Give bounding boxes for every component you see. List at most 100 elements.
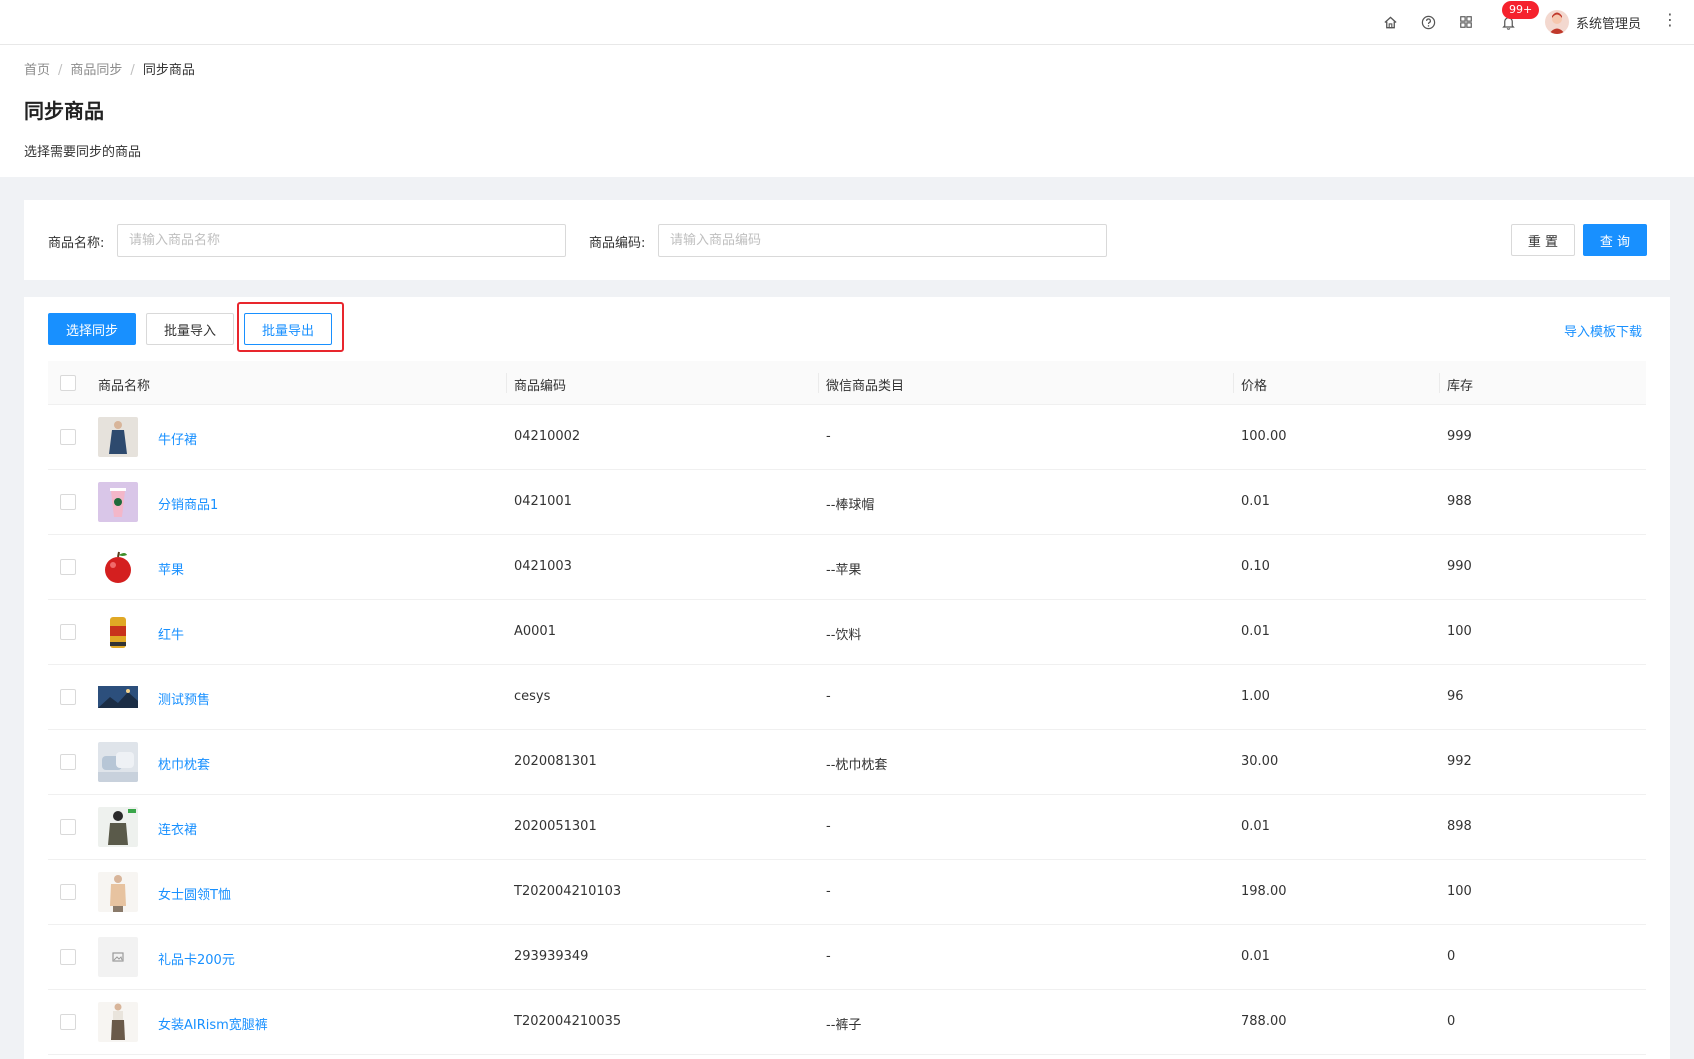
product-category: - [826,689,831,704]
pillow-photo [98,742,138,782]
row-checkbox[interactable] [60,559,76,575]
product-stock: 0 [1447,949,1456,964]
table-row[interactable]: 女士圆领T恤 T202004210103 - 198.00 100 [48,860,1646,925]
query-button[interactable]: 查 询 [1583,224,1647,256]
product-price: 100.00 [1241,429,1287,444]
table-row[interactable]: 连衣裙 2020051301 - 0.01 898 [48,795,1646,860]
can-photo [98,612,138,652]
batch-import-button[interactable]: 批量导入 [146,313,234,345]
product-price: 0.10 [1241,559,1270,574]
product-price: 0.01 [1241,624,1270,639]
select-sync-button[interactable]: 选择同步 [48,313,136,345]
product-price: 198.00 [1241,884,1287,899]
product-code-label: 商品编码: [589,236,646,251]
row-checkbox[interactable] [60,754,76,770]
table-row[interactable]: 测试预售 cesys - 1.00 96 [48,665,1646,730]
product-name-link[interactable]: 礼品卡200元 [158,949,235,968]
product-code-input[interactable] [658,224,1107,257]
product-stock: 990 [1447,559,1472,574]
column-header-code: 商品编码 [514,379,567,394]
column-divider [818,373,819,393]
product-code: T202004210035 [514,1014,622,1029]
table-row[interactable]: 红牛 A0001 --饮料 0.01 100 [48,600,1646,665]
column-header-name: 商品名称 [98,379,151,394]
pants-photo [98,1002,138,1042]
more-menu-icon[interactable]: ⋮ [1662,10,1678,29]
avatar[interactable] [1545,10,1569,34]
row-checkbox[interactable] [60,494,76,510]
product-code: T202004210103 [514,884,622,899]
product-name-link[interactable]: 测试预售 [158,689,210,708]
product-stock: 988 [1447,494,1472,509]
product-code: 2020081301 [514,754,597,769]
top-bar: 99+ 系统管理员 ⋮ [0,0,1694,45]
reset-button[interactable]: 重 置 [1511,224,1575,256]
page-header: 首页 / 商品同步 / 同步商品 同步商品 选择需要同步的商品 [0,45,1694,177]
breadcrumb-item-home[interactable]: 首页 [24,63,50,78]
column-divider [506,373,507,393]
product-price: 1.00 [1241,689,1270,704]
row-checkbox[interactable] [60,624,76,640]
product-code: 0421003 [514,559,572,574]
page-title: 同步商品 [24,99,104,123]
home-icon[interactable] [1380,12,1400,32]
row-checkbox[interactable] [60,884,76,900]
product-category: - [826,884,831,899]
product-code: 04210002 [514,429,581,444]
row-checkbox[interactable] [60,429,76,445]
product-price: 788.00 [1241,1014,1287,1029]
product-name-link[interactable]: 牛仔裙 [158,429,197,448]
product-price: 30.00 [1241,754,1279,769]
dress-photo [98,417,138,457]
product-code: A0001 [514,624,556,639]
product-name-link[interactable]: 枕巾枕套 [158,754,210,773]
table-row[interactable]: 苹果 0421003 --苹果 0.10 990 [48,535,1646,600]
table-row[interactable]: 礼品卡200元 293939349 - 0.01 0 [48,925,1646,990]
product-name-link[interactable]: 女装AIRism宽腿裤 [158,1014,268,1033]
product-name-link[interactable]: 苹果 [158,559,184,578]
apple-photo [98,547,138,587]
page-description: 选择需要同步的商品 [24,145,142,160]
product-name-link[interactable]: 分销商品1 [158,494,218,513]
model-photo [98,807,138,847]
product-stock: 898 [1447,819,1472,834]
table-row[interactable]: 分销商品1 0421001 --棒球帽 0.01 988 [48,470,1646,535]
drink-photo [98,482,138,522]
breadcrumb-separator: / [58,63,63,78]
landscape-photo [98,677,138,717]
product-stock: 100 [1447,624,1472,639]
product-code: cesys [514,689,551,704]
product-stock: 0 [1447,1014,1456,1029]
product-table-card: 选择同步 批量导入 批量导出 导入模板下载 商品名称 商品编码 微信商品类目 价… [24,297,1670,1059]
question-icon[interactable] [1418,12,1438,32]
row-checkbox[interactable] [60,1014,76,1030]
apps-icon[interactable] [1456,12,1476,32]
table-row[interactable]: 牛仔裙 04210002 - 100.00 999 [48,405,1646,470]
select-all-checkbox[interactable] [60,375,76,391]
template-download-link[interactable]: 导入模板下载 [1564,321,1642,340]
row-checkbox[interactable] [60,689,76,705]
row-checkbox[interactable] [60,949,76,965]
product-price: 0.01 [1241,494,1270,509]
product-name-link[interactable]: 红牛 [158,624,184,643]
tshirt-photo [98,872,138,912]
breadcrumb-separator: / [130,63,135,78]
notification-badge: 99+ [1502,1,1540,19]
product-name-link[interactable]: 女士圆领T恤 [158,884,231,903]
breadcrumb-item-product-sync[interactable]: 商品同步 [70,63,122,78]
product-category: - [826,429,831,444]
product-code: 0421001 [514,494,572,509]
product-price: 0.01 [1241,819,1270,834]
product-code: 2020051301 [514,819,597,834]
table-row[interactable]: 枕巾枕套 2020081301 --枕巾枕套 30.00 992 [48,730,1646,795]
table-header: 商品名称 商品编码 微信商品类目 价格 库存 [48,361,1646,405]
row-checkbox[interactable] [60,819,76,835]
search-form: 商品名称: 商品编码: 重 置 查 询 [24,200,1670,280]
product-category: - [826,949,831,964]
product-price: 0.01 [1241,949,1270,964]
table-row[interactable]: 女装AIRism宽腿裤 T202004210035 --裤子 788.00 0 [48,990,1646,1055]
product-stock: 96 [1447,689,1464,704]
username[interactable]: 系统管理员 [1576,13,1641,32]
product-name-input[interactable] [117,224,566,257]
product-name-link[interactable]: 连衣裙 [158,819,197,838]
